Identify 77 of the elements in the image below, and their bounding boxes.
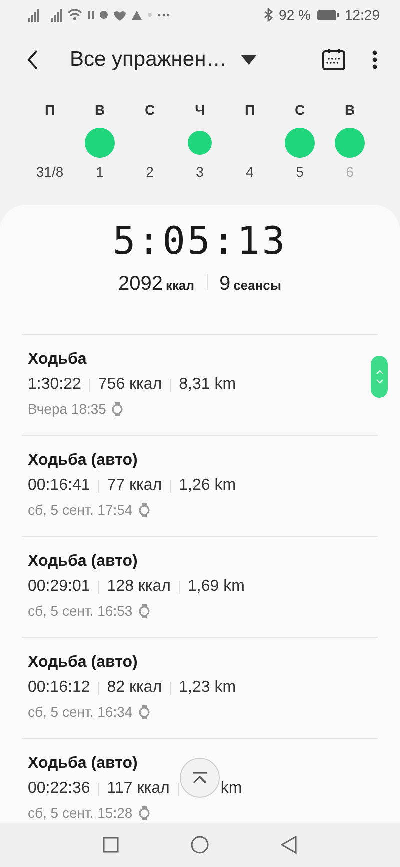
date-label: 3 [196, 164, 204, 180]
session-duration: 00:16:41 [28, 477, 90, 495]
session-time: сб, 5 сент. 16:34 [28, 704, 133, 720]
session-item[interactable]: Ходьба (авто) 00:16:12 82 ккал 1,23 km сб, 5 сент. 16:34 [22, 638, 378, 739]
clock: 12:29 [344, 7, 380, 23]
weekday-label: С [294, 102, 306, 120]
notification-icon [100, 11, 108, 19]
activity-dot [285, 128, 315, 158]
date-label: 6 [346, 164, 354, 180]
weekday-label: П [244, 102, 256, 120]
session-title: Ходьба (авто) [28, 654, 139, 672]
session-time: Вчера 18:35 [28, 401, 106, 417]
total-time: 5:05:13 [112, 219, 288, 263]
session-calories: 82 ккал [107, 679, 162, 697]
session-duration: 1:30:22 [28, 376, 82, 394]
calories-value: 2092 [118, 273, 163, 296]
session-duration: 00:29:01 [28, 578, 90, 596]
small-dot-icon [148, 13, 152, 17]
weekday-label: С [144, 102, 156, 120]
date-label: 2 [146, 164, 154, 180]
calendar-icon [322, 48, 346, 72]
weekday-label: П [44, 102, 56, 120]
watch-icon [138, 604, 150, 618]
wifi-icon [68, 9, 82, 21]
date-label: 1 [96, 164, 104, 180]
pause-icon [88, 11, 94, 19]
session-title: Ходьба (авто) [28, 452, 139, 470]
more-notifications-icon [158, 14, 170, 16]
session-title: Ходьба (авто) [28, 755, 139, 773]
more-icon [372, 50, 378, 70]
triangle-icon [132, 10, 142, 20]
bluetooth-icon [264, 8, 274, 22]
sessions-unit: сеансы [234, 278, 282, 293]
date-label: 31/8 [36, 164, 64, 180]
weekday-label: В [94, 102, 106, 120]
session-distance: 8,31 km [179, 376, 236, 394]
date-label: 5 [296, 164, 304, 180]
scroll-to-top-button[interactable] [180, 758, 220, 798]
activity-dot [85, 128, 115, 158]
session-distance: 1,23 km [179, 679, 236, 697]
heart-icon [114, 10, 126, 20]
back-icon [26, 49, 40, 71]
watch-icon [138, 806, 150, 820]
session-distance: km [220, 780, 242, 798]
session-time: сб, 5 сент. 17:54 [28, 502, 133, 518]
activity-dot [335, 128, 365, 158]
scroll-top-icon [191, 772, 209, 784]
battery-percent: 92 % [279, 7, 311, 23]
exercise-dropdown[interactable]: Все упражнен… [70, 48, 258, 72]
signal-icon [51, 8, 62, 22]
session-calories: 77 ккал [107, 477, 162, 495]
session-time: сб, 5 сент. 16:53 [28, 603, 133, 619]
watch-icon [112, 402, 124, 416]
session-title: Ходьба [28, 351, 88, 369]
activity-dot [188, 131, 212, 155]
watch-icon [138, 704, 150, 720]
session-calories: 756 ккал [98, 376, 162, 394]
session-distance: 1,26 km [179, 477, 236, 495]
session-item[interactable]: Ходьба (авто) 00:29:01 128 ккал 1,69 km сб, 5 сент. 16:53 [22, 537, 378, 638]
session-title: Ходьба (авто) [28, 553, 139, 571]
calories-unit: ккал [166, 278, 194, 293]
weekday-label: Ч [195, 102, 205, 120]
session-item[interactable]: Ходьба (авто) 00:16:41 77 ккал 1,26 km сб, 5 сент. 17:54 [22, 436, 378, 537]
caret-icon [241, 55, 258, 65]
date-label: 4 [246, 164, 254, 180]
weekday-label: В [344, 102, 356, 120]
signal-icon [28, 8, 39, 22]
watch-icon [138, 502, 150, 518]
session-duration: 00:16:12 [28, 679, 90, 697]
sessions-value: 9 [220, 273, 231, 296]
session-distance: 1,69 km [188, 578, 245, 596]
session-duration: 00:22:36 [28, 780, 90, 798]
session-time: сб, 5 сент. 15:28 [28, 805, 133, 821]
battery-icon [316, 10, 339, 20]
scroll-handle[interactable] [371, 356, 388, 398]
session-calories: 117 ккал [107, 780, 170, 798]
session-calories: 128 ккал [107, 578, 172, 596]
